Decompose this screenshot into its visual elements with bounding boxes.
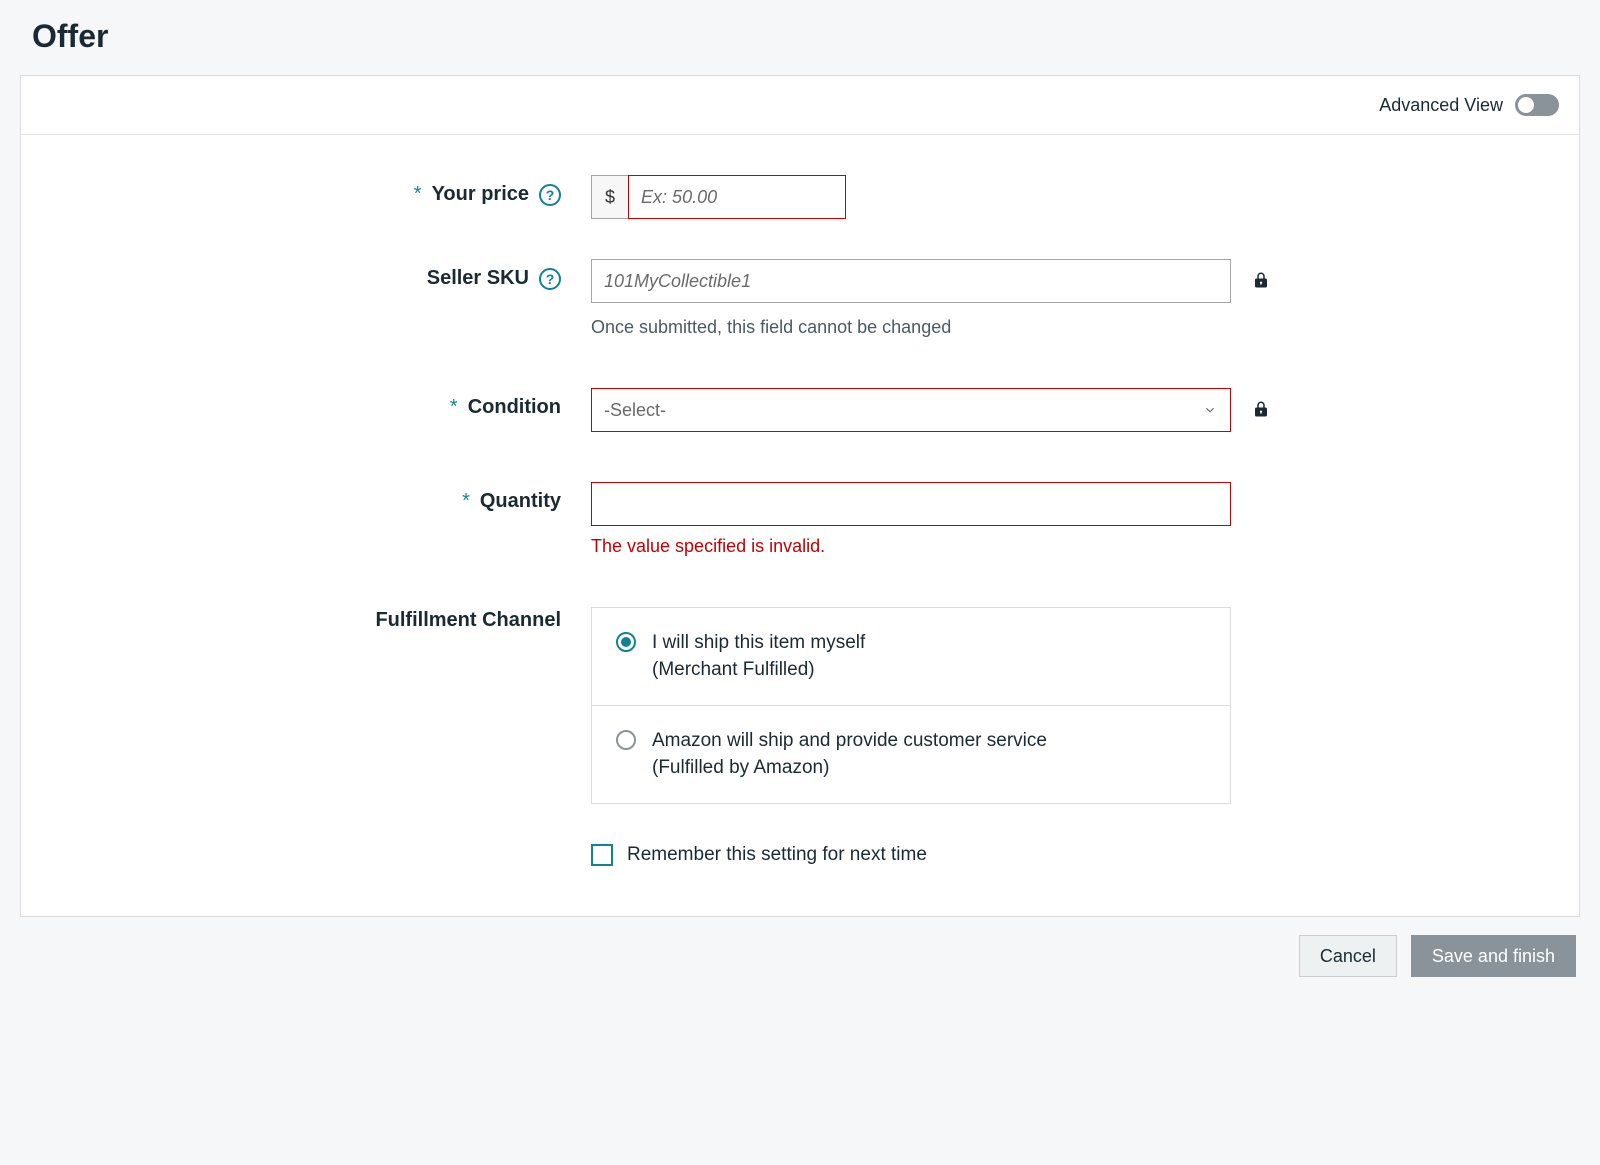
quantity-error: The value specified is invalid. <box>591 536 1231 557</box>
advanced-view-label: Advanced View <box>1379 95 1503 116</box>
remember-checkbox[interactable] <box>591 844 613 866</box>
condition-select[interactable]: -Select- <box>591 388 1231 432</box>
fulfillment-option-line1: I will ship this item myself <box>652 632 865 653</box>
quantity-input[interactable] <box>591 482 1231 526</box>
radio-indicator <box>616 730 636 750</box>
fulfillment-option-line2: (Merchant Fulfilled) <box>652 657 865 684</box>
condition-label: Condition <box>468 396 561 419</box>
your-price-input[interactable] <box>628 175 846 219</box>
condition-selected-value: -Select- <box>604 400 666 421</box>
cancel-button[interactable]: Cancel <box>1299 935 1397 977</box>
required-mark: * <box>450 396 458 419</box>
your-price-row: * Your price ? $ <box>91 175 1509 219</box>
your-price-label: Your price <box>432 183 529 206</box>
fulfillment-option-line2: (Fulfilled by Amazon) <box>652 755 1047 782</box>
quantity-row: * Quantity The value specified is invali… <box>91 482 1509 557</box>
panel-header: Advanced View <box>21 76 1579 135</box>
save-button[interactable]: Save and finish <box>1411 935 1576 977</box>
help-icon[interactable]: ? <box>539 184 561 206</box>
currency-symbol: $ <box>591 175 628 219</box>
seller-sku-helper: Once submitted, this field cannot be cha… <box>591 317 1231 338</box>
required-mark: * <box>414 183 422 206</box>
quantity-label: Quantity <box>480 490 561 513</box>
condition-row: * Condition -Select- <box>91 388 1509 432</box>
fulfillment-label: Fulfillment Channel <box>375 609 561 632</box>
seller-sku-row: Seller SKU ? Once submitted, this field … <box>91 259 1509 338</box>
footer-actions: Cancel Save and finish <box>20 917 1580 977</box>
fulfillment-option-line1: Amazon will ship and provide customer se… <box>652 730 1047 751</box>
advanced-view-toggle[interactable] <box>1515 94 1559 116</box>
radio-indicator <box>616 632 636 652</box>
page-title: Offer <box>32 18 1580 55</box>
lock-icon <box>1252 269 1270 291</box>
fulfillment-row: Fulfillment Channel I will ship this ite… <box>91 607 1509 866</box>
seller-sku-label: Seller SKU <box>427 267 529 290</box>
lock-icon <box>1252 398 1270 420</box>
required-mark: * <box>462 490 470 513</box>
seller-sku-input[interactable] <box>591 259 1231 303</box>
fulfillment-radio-group: I will ship this item myself (Merchant F… <box>591 607 1231 804</box>
help-icon[interactable]: ? <box>539 268 561 290</box>
fulfillment-option-merchant[interactable]: I will ship this item myself (Merchant F… <box>592 608 1230 705</box>
remember-label: Remember this setting for next time <box>627 844 927 866</box>
offer-panel: Advanced View * Your price ? $ <box>20 75 1580 917</box>
fulfillment-option-fba[interactable]: Amazon will ship and provide customer se… <box>592 705 1230 803</box>
